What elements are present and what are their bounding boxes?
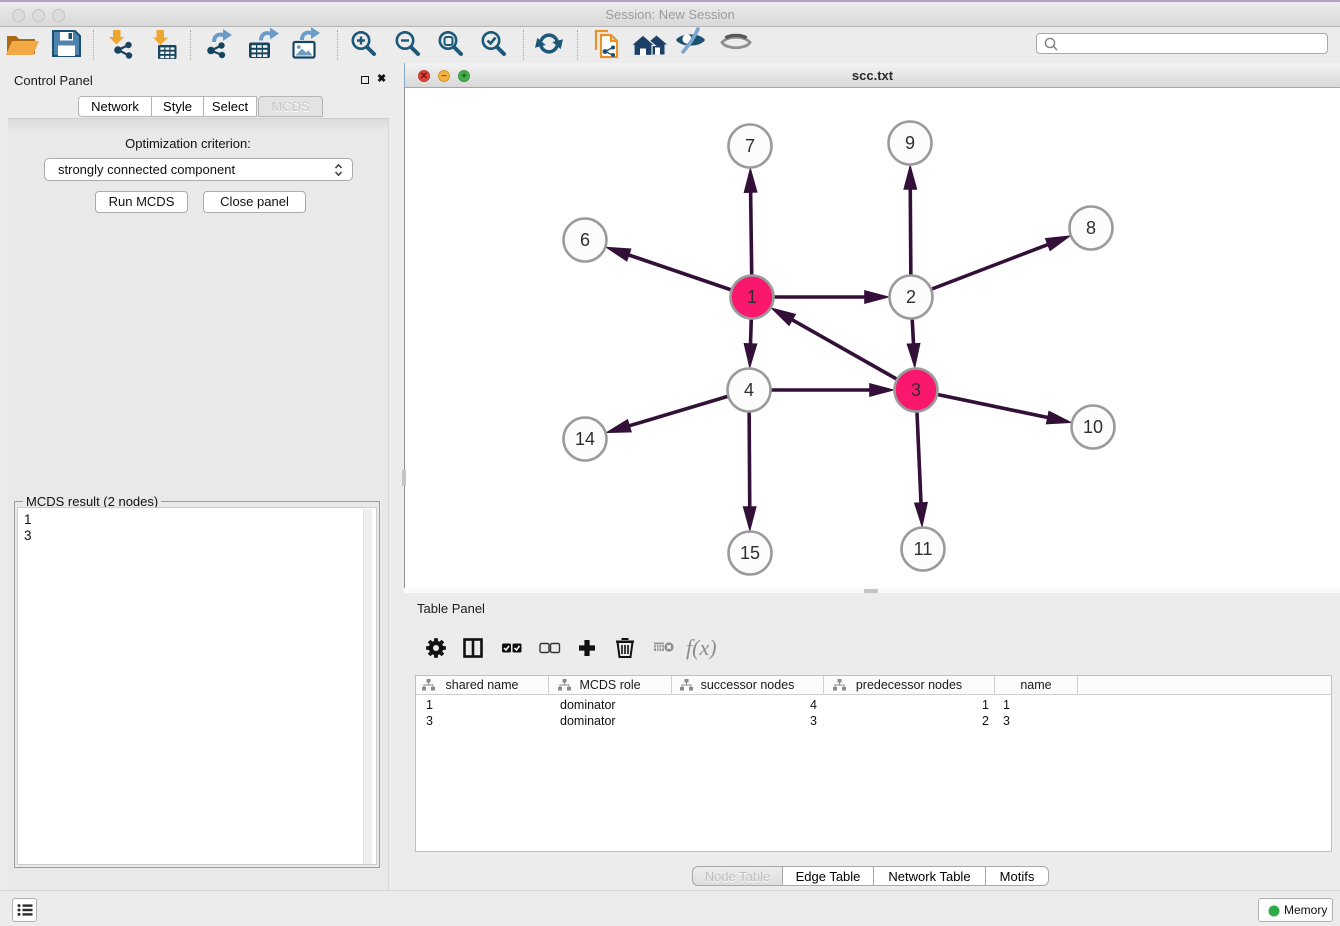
svg-text:7: 7 (745, 136, 755, 156)
svg-text:14: 14 (575, 429, 595, 449)
svg-text:1: 1 (747, 287, 757, 307)
svg-text:3: 3 (911, 380, 921, 400)
svg-text:10: 10 (1083, 417, 1103, 437)
svg-text:8: 8 (1086, 218, 1096, 238)
svg-text:4: 4 (744, 380, 754, 400)
svg-text:f(x): f(x) (686, 635, 717, 660)
svg-text:11: 11 (914, 539, 933, 559)
svg-text:2: 2 (906, 287, 916, 307)
svg-text:9: 9 (905, 133, 915, 153)
svg-text:6: 6 (580, 230, 590, 250)
svg-text:15: 15 (740, 543, 760, 563)
